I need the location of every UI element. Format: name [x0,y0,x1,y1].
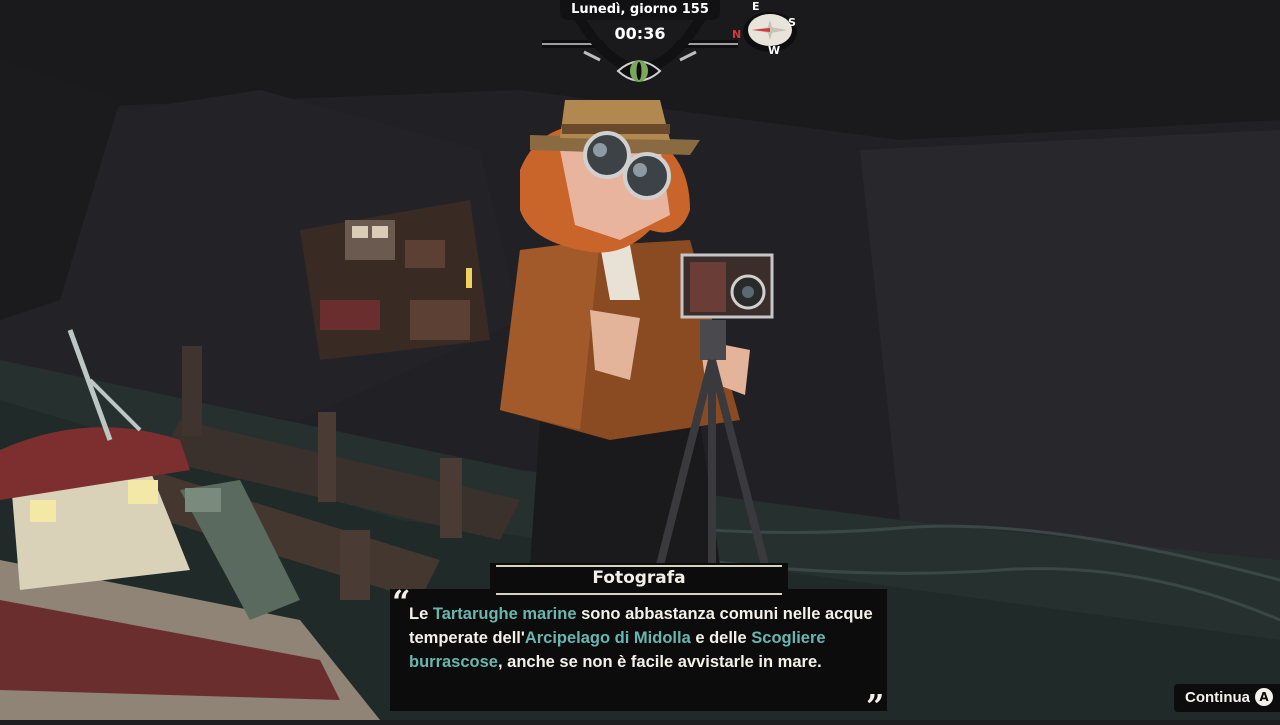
eye-icon [616,60,662,82]
compass: N E S W [730,0,800,58]
speaker-name: Fotografa [592,568,686,588]
compass-east: E [752,0,760,13]
open-quote-icon: “ [392,583,411,621]
a-button-icon: A [1255,688,1273,706]
continue-label: Continua [1185,689,1250,706]
compass-west: W [768,44,781,57]
compass-south: S [788,16,796,29]
dialogue-segment: , anche se non è facile avvistarle in ma… [497,653,822,671]
dialogue-text: Le Tartarughe marine sono abbastanza com… [409,602,879,674]
time-label: 00:36 [614,24,666,43]
dialogue-keyword: Arcipelago di Midolla [524,629,691,647]
dialogue-segment: Le [409,605,433,623]
speaker-nameplate: Fotografa [490,563,788,597]
continue-button[interactable]: Continua A [1174,684,1280,712]
dialogue-segment: e delle [690,629,752,647]
dialogue-keyword: Tartarughe marine [432,605,577,623]
day-label: Lunedì, giorno 155 [560,0,720,20]
compass-north: N [732,28,742,41]
close-quote-icon: ” [866,687,885,725]
